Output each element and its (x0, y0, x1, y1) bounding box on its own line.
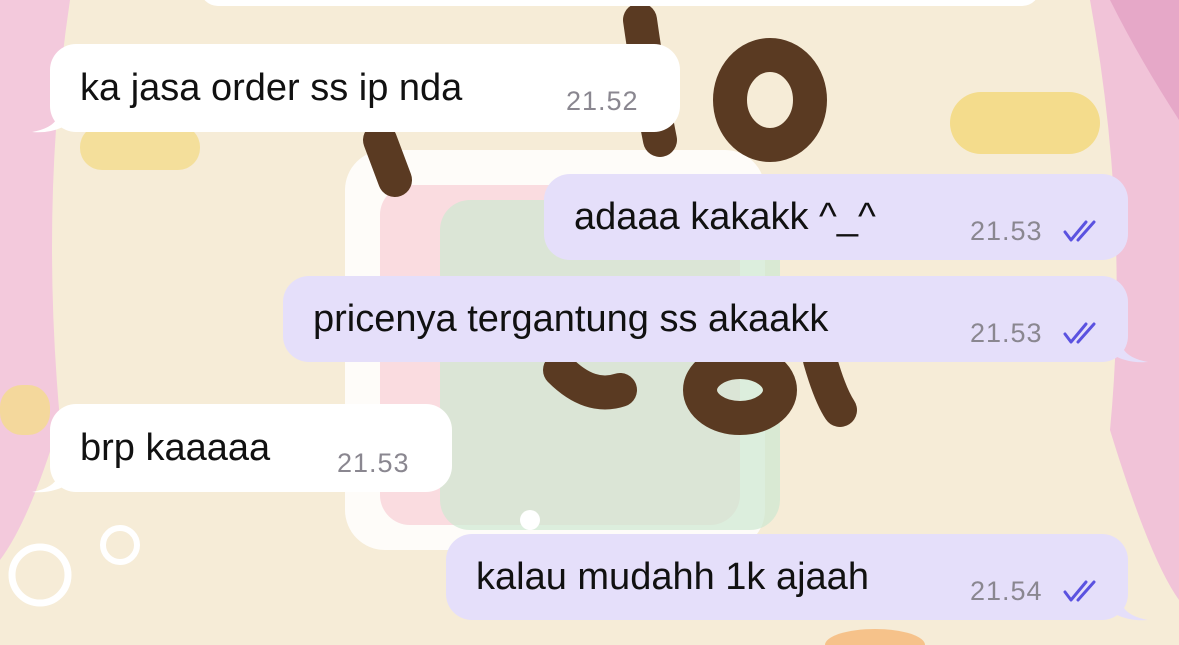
bubble-tail-icon (32, 458, 72, 493)
message-outgoing[interactable]: pricenya tergantung ss akaakk 21.53 (283, 276, 1128, 362)
read-double-check-icon (1063, 220, 1096, 242)
message-text: brp kaaaaa (80, 426, 271, 469)
message-outgoing[interactable]: kalau mudahh 1k ajaah 21.54 (446, 534, 1128, 620)
message-text: pricenya tergantung ss akaakk (313, 297, 829, 340)
message-text: ka jasa order ss ip nda (80, 66, 463, 109)
bubble-tail-icon (1108, 328, 1148, 363)
message-outgoing[interactable]: adaaa kakakk ^_^ 21.53 (544, 174, 1128, 260)
message-time: 21.53 (970, 216, 1043, 246)
message-incoming[interactable]: ka jasa order ss ip nda 21.52 (50, 44, 680, 132)
message-time: 21.54 (970, 576, 1043, 606)
read-double-check-icon (1063, 580, 1096, 602)
message-time: 21.53 (970, 318, 1043, 348)
read-double-check-icon (1063, 322, 1096, 344)
message-text: kalau mudahh 1k ajaah (476, 555, 869, 598)
bubble-tail-icon (32, 98, 72, 133)
message-time: 21.52 (566, 86, 639, 116)
message-time: 21.53 (337, 448, 410, 478)
bubble-tail-icon (1108, 586, 1148, 621)
message-incoming[interactable]: brp kaaaaa 21.53 (50, 404, 452, 492)
message-text: adaaa kakakk ^_^ (574, 195, 876, 238)
